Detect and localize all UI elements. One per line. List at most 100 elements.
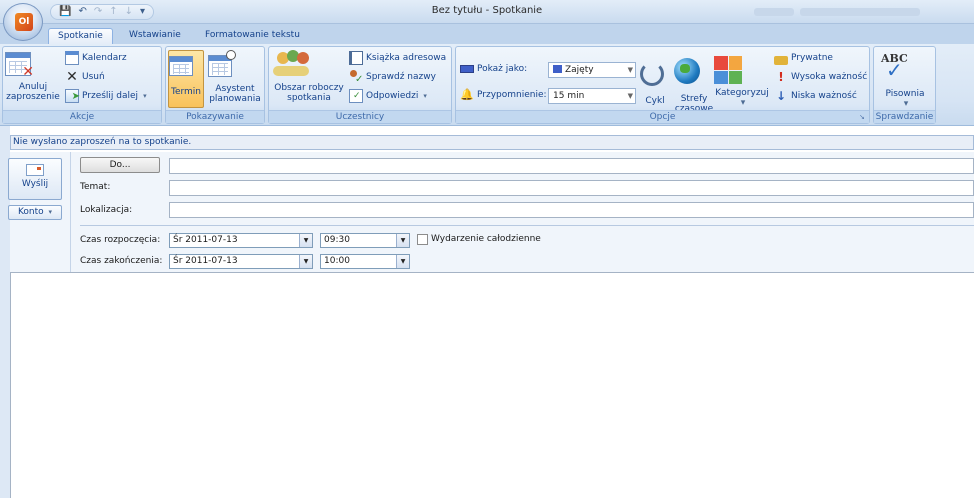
reminder-select[interactable]: 15 min ▼: [548, 88, 636, 104]
all-day-checkbox[interactable]: [417, 234, 428, 245]
chevron-down-icon[interactable]: ▼: [299, 234, 312, 247]
dialog-launcher-icon[interactable]: ↘: [859, 113, 867, 121]
reminder-label-row: 🔔 Przypomnienie:: [460, 87, 547, 103]
recurrence-label: Cykl: [645, 96, 665, 106]
group-sprawdzanie: ABC ✓ Pisownia ▾ Sprawdzanie: [873, 46, 936, 124]
exclamation-icon: !: [778, 70, 784, 84]
spelling-label: Pisownia: [885, 89, 925, 99]
scheduling-assistant-icon: [208, 50, 236, 77]
appointment-view-button[interactable]: Termin: [168, 50, 204, 108]
categorize-button[interactable]: Kategoryzuj ▾: [714, 50, 770, 108]
spelling-check-icon: ABC ✓: [881, 52, 908, 82]
busy-swatch-icon: [553, 65, 562, 73]
spelling-button[interactable]: ABC ✓ Pisownia ▾: [878, 50, 932, 109]
chevron-down-icon: ▾: [740, 98, 746, 108]
tab-spotkanie[interactable]: Spotkanie: [48, 28, 113, 44]
responses-icon: ✓: [349, 89, 363, 103]
chevron-down-icon: ▼: [627, 92, 633, 100]
form-separator: [70, 152, 71, 272]
cancel-invitation-label-2: zaproszenie: [6, 92, 60, 102]
show-as-select[interactable]: Zajęty ▼: [548, 62, 636, 78]
end-time-picker[interactable]: 10:00 ▼: [320, 254, 410, 269]
end-time-value: 10:00: [324, 256, 350, 266]
send-button[interactable]: Wyślij: [8, 158, 62, 200]
chevron-down-icon: ▾: [48, 208, 53, 216]
recurrence-icon: [640, 62, 664, 86]
check-names-icon: ✓: [349, 70, 363, 85]
high-importance-label: Wysoka ważność: [791, 72, 868, 82]
high-importance-button[interactable]: ! Wysoka ważność: [774, 69, 867, 85]
cancel-calendar-icon: ✕: [5, 52, 34, 79]
group-opcje: Pokaż jako: Zajęty ▼ 🔔 Przypomnienie: 15 …: [455, 46, 870, 124]
to-field[interactable]: [169, 158, 974, 174]
envelope-icon: [26, 164, 44, 176]
end-date-value: Śr 2011-07-13: [173, 256, 238, 266]
meeting-workspace-button[interactable]: Obszar roboczy spotkania: [273, 50, 345, 103]
message-body-editor[interactable]: [10, 272, 974, 498]
start-date-picker[interactable]: Śr 2011-07-13 ▼: [169, 233, 313, 248]
start-time-picker[interactable]: 09:30 ▼: [320, 233, 410, 248]
categorize-label: Kategoryzuj: [715, 88, 769, 98]
end-date-picker[interactable]: Śr 2011-07-13 ▼: [169, 254, 313, 269]
meeting-workspace-icon: [273, 50, 309, 80]
cancel-invitation-label-1: Anuluj: [18, 82, 48, 92]
low-importance-button[interactable]: ↓ Niska ważność: [774, 88, 857, 104]
forward-button[interactable]: ➤ Prześlij dalej ▾: [65, 88, 147, 104]
responses-button[interactable]: ✓ Odpowiedzi ▾: [349, 88, 427, 104]
recurrence-button[interactable]: Cykl: [640, 50, 670, 106]
lock-icon: [774, 55, 788, 65]
show-as-label-row: Pokaż jako:: [460, 61, 527, 77]
ribbon-tabs: Spotkanie Wstawianie Formatowanie tekstu: [0, 24, 974, 44]
to-button[interactable]: Do...: [80, 157, 160, 173]
subject-field[interactable]: [169, 180, 974, 196]
location-field[interactable]: [169, 202, 974, 218]
check-names-button[interactable]: ✓ Sprawdź nazwy: [349, 69, 436, 85]
address-book-icon: [349, 51, 363, 65]
account-button[interactable]: Konto ▾: [8, 205, 62, 220]
delete-label: Usuń: [82, 72, 105, 82]
calendar-icon: [65, 51, 79, 65]
scheduling-assistant-button[interactable]: Asystent planowania: [208, 50, 262, 104]
send-label: Wyślij: [21, 179, 49, 189]
reminder-value: 15 min: [553, 91, 585, 101]
group-uczestnicy: Obszar roboczy spotkania Książka adresow…: [268, 46, 452, 124]
subject-label: Temat:: [80, 182, 111, 192]
chevron-down-icon[interactable]: ▼: [396, 234, 409, 247]
chevron-down-icon: ▼: [627, 66, 633, 74]
title-bar: 💾 ↶ ↷ ↑ ↓ ▾ Bez tytułu - Spotkanie: [0, 0, 974, 24]
start-time-label: Czas rozpoczęcia:: [80, 235, 161, 245]
delete-icon: ✕: [66, 69, 78, 85]
cancel-invitation-button[interactable]: ✕ Anuluj zaproszenie: [5, 50, 61, 102]
calendar-label: Kalendarz: [82, 53, 127, 63]
show-as-label: Pokaż jako:: [477, 64, 528, 74]
tab-formatowanie-tekstu[interactable]: Formatowanie tekstu: [196, 28, 309, 44]
reminder-label: Przypomnienie:: [477, 90, 547, 100]
chevron-down-icon[interactable]: ▼: [299, 255, 312, 268]
show-as-icon: [460, 65, 474, 73]
private-button[interactable]: Prywatne: [774, 50, 833, 66]
time-zones-button[interactable]: Strefy czasowe: [674, 50, 714, 114]
down-arrow-icon: ↓: [775, 89, 787, 103]
address-book-button[interactable]: Książka adresowa: [349, 50, 446, 66]
appointment-icon: [169, 56, 193, 76]
calendar-button[interactable]: Kalendarz: [65, 50, 127, 66]
group-label-akcje: Akcje: [3, 110, 161, 123]
group-label-pokazywanie: Pokazywanie: [166, 110, 264, 123]
title-right-blurred: [754, 6, 934, 18]
start-date-value: Śr 2011-07-13: [173, 235, 238, 245]
office-button[interactable]: Ol: [3, 3, 43, 41]
group-pokazywanie: Termin Asystent planowania Pokazywanie: [165, 46, 265, 124]
delete-button[interactable]: ✕ Usuń: [65, 69, 105, 85]
show-as-value: Zajęty: [565, 65, 594, 75]
check-names-label: Sprawdź nazwy: [366, 72, 436, 82]
categorize-icon: [714, 56, 742, 84]
forward-icon: ➤: [65, 89, 80, 103]
group-label-opcje: Opcje: [456, 110, 869, 123]
meeting-workspace-label-2: spotkania: [287, 93, 331, 103]
tab-wstawianie[interactable]: Wstawianie: [120, 28, 190, 44]
bell-icon: 🔔: [460, 88, 474, 101]
outlook-logo-icon: Ol: [15, 13, 33, 31]
account-label: Konto: [17, 207, 44, 217]
group-akcje: ✕ Anuluj zaproszenie Kalendarz ✕ Usuń ➤ …: [2, 46, 162, 124]
chevron-down-icon[interactable]: ▼: [396, 255, 409, 268]
